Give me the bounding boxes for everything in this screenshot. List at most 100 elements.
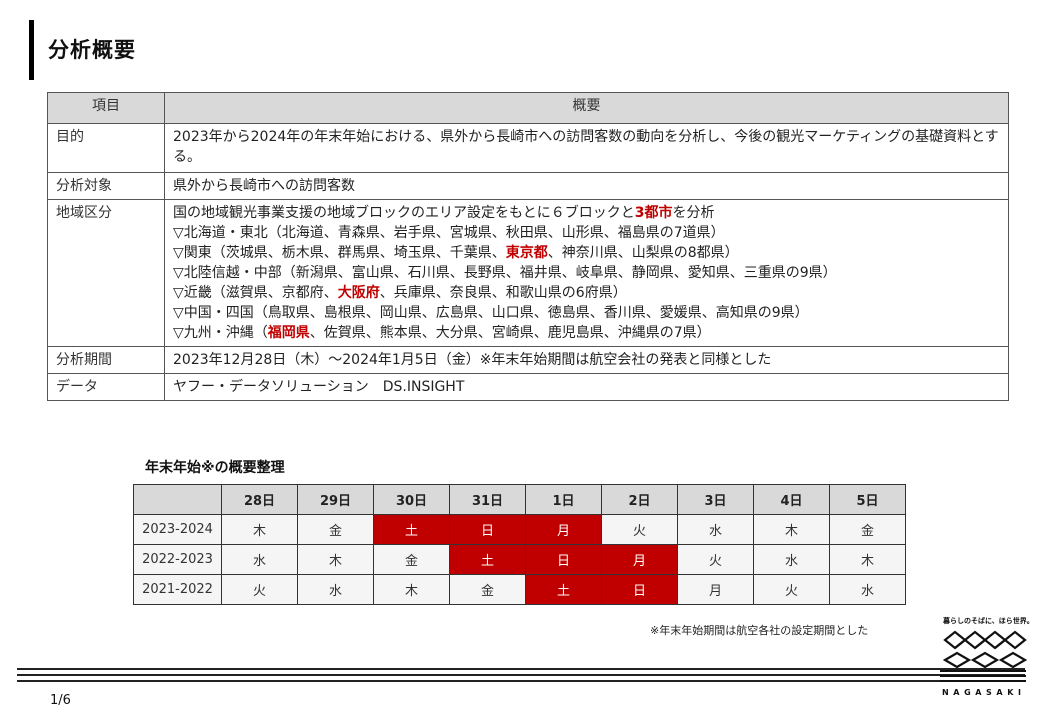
calendar-weekday-cell: 月: [677, 574, 754, 605]
calendar-weekday-cell: 金: [829, 514, 906, 545]
calendar-day-header: 4日: [753, 484, 830, 515]
calendar-day-header: 1日: [525, 484, 602, 515]
summary-header-row: 項目 概要: [47, 92, 1009, 124]
row-label: データ: [47, 373, 165, 401]
calendar-holiday-cell: 日: [525, 544, 602, 575]
title-accent-bar: [29, 20, 34, 80]
calendar-holiday-cell: 土: [373, 514, 450, 545]
calendar-holiday-cell: 月: [601, 544, 678, 575]
region-line: ▽北海道・東北（北海道、青森県、岩手県、宮城県、秋田県、山形県、福島県の7道県）: [173, 223, 1000, 243]
region-text: ▽九州・沖縄（: [173, 325, 268, 341]
region-intro-text: 国の地域観光事業支援の地域ブロックのエリア設定をもとに６ブロックと: [173, 205, 635, 221]
row-content: 2023年から2024年の年末年始における、県外から長崎市への訪問客数の動向を分…: [164, 123, 1009, 173]
calendar-weekday-cell: 火: [221, 574, 298, 605]
logo-diamond-pattern-icon: [943, 630, 1027, 668]
region-text: ▽近畿（滋賀県、京都府、: [173, 285, 338, 301]
table-row: 目的 2023年から2024年の年末年始における、県外から長崎市への訪問客数の動…: [47, 123, 1009, 173]
calendar-day-header: 31日: [449, 484, 526, 515]
region-line: ▽近畿（滋賀県、京都府、大阪府、兵庫県、奈良県、和歌山県の6府県）: [173, 283, 1000, 303]
row-label: 分析対象: [47, 172, 165, 200]
calendar-day-header: 3日: [677, 484, 754, 515]
row-content: 2023年12月28日（木）～2024年1月5日（金）※年末年始期間は航空会社の…: [164, 346, 1009, 374]
region-text: 、兵庫県、奈良県、和歌山県の6府県）: [379, 285, 627, 301]
footer-rule: [17, 674, 1025, 676]
calendar-row: 2021-2022 火水木金土日月火水: [133, 574, 906, 605]
region-line: ▽関東（茨城県、栃木県、群馬県、埼玉県、千葉県、東京都、神奈川県、山梨県の8都県…: [173, 243, 1000, 263]
region-line: ▽北陸信越・中部（新潟県、富山県、石川県、長野県、福井県、岐阜県、静岡県、愛知県…: [173, 263, 1000, 283]
page-number: 1/6: [50, 693, 71, 708]
calendar-weekday-cell: 木: [373, 574, 450, 605]
calendar-holiday-cell: 土: [449, 544, 526, 575]
calendar-day-header: 28日: [221, 484, 298, 515]
calendar-weekday-cell: 水: [677, 514, 754, 545]
table-row: 分析対象 県外から長崎市への訪問客数: [47, 172, 1009, 200]
calendar-holiday-cell: 日: [601, 574, 678, 605]
calendar-header-row: 28日 29日 30日 31日 1日 2日 3日 4日 5日: [133, 484, 906, 515]
region-intro: 国の地域観光事業支援の地域ブロックのエリア設定をもとに６ブロックと3都市を分析: [173, 203, 1000, 223]
row-content: 県外から長崎市への訪問客数: [164, 172, 1009, 200]
calendar-weekday-cell: 水: [829, 574, 906, 605]
row-content: ヤフー・データソリューション DS.INSIGHT: [164, 373, 1009, 401]
calendar-year-label: 2021-2022: [133, 574, 222, 605]
calendar-row: 2023-2024 木金土日月火水木金: [133, 514, 906, 545]
holiday-calendar-table: 28日 29日 30日 31日 1日 2日 3日 4日 5日 2023-2024 木金土日月火水木…: [133, 484, 906, 605]
row-label: 分析期間: [47, 346, 165, 374]
region-text: ▽中国・四国（鳥取県、島根県、岡山県、広島県、山口県、徳島県、香川県、愛媛県、高…: [173, 305, 809, 321]
calendar-day-header: 29日: [297, 484, 374, 515]
calendar-year-label: 2023-2024: [133, 514, 222, 545]
logo-line: [940, 675, 1026, 677]
footer-rule: [17, 680, 1025, 682]
calendar-title: 年末年始※の概要整理: [145, 460, 285, 476]
region-line: ▽九州・沖縄（福岡県、佐賀県、熊本県、大分県、宮崎県、鹿児島県、沖縄県の7県）: [173, 323, 1000, 343]
region-text: ▽北海道・東北（北海道、青森県、岩手県、宮城県、秋田県、山形県、福島県の7道県）: [173, 225, 725, 241]
calendar-weekday-cell: 木: [221, 514, 298, 545]
logo-line: [940, 680, 1026, 682]
row-label: 目的: [47, 123, 165, 173]
table-row: データ ヤフー・データソリューション DS.INSIGHT: [47, 373, 1009, 401]
calendar-weekday-cell: 木: [297, 544, 374, 575]
region-content: 国の地域観光事業支援の地域ブロックのエリア設定をもとに６ブロックと3都市を分析 …: [164, 199, 1009, 347]
calendar-weekday-cell: 金: [373, 544, 450, 575]
calendar-day-header: 2日: [601, 484, 678, 515]
region-intro-highlight: 3都市: [634, 205, 673, 221]
table-row: 分析期間 2023年12月28日（木）～2024年1月5日（金）※年末年始期間は…: [47, 346, 1009, 374]
region-line: ▽中国・四国（鳥取県、島根県、岡山県、広島県、山口県、徳島県、香川県、愛媛県、高…: [173, 303, 1000, 323]
calendar-footnote: ※年末年始期間は航空各社の設定期間とした: [650, 624, 869, 637]
calendar-day-header: 5日: [829, 484, 906, 515]
calendar-holiday-cell: 土: [525, 574, 602, 605]
logo-name: NAGASAKI: [942, 688, 1026, 697]
calendar-holiday-cell: 月: [525, 514, 602, 545]
region-intro-suffix: を分析: [672, 205, 715, 221]
logo-tagline: 暮らしのそばに、ほら世界。: [943, 617, 1034, 625]
calendar-weekday-cell: 金: [297, 514, 374, 545]
calendar-weekday-cell: 火: [601, 514, 678, 545]
calendar-weekday-cell: 火: [677, 544, 754, 575]
table-row: 地域区分 国の地域観光事業支援の地域ブロックのエリア設定をもとに６ブロックと3都…: [47, 199, 1009, 347]
logo-line: [940, 670, 1026, 672]
region-text: ▽北陸信越・中部（新潟県、富山県、石川県、長野県、福井県、岐阜県、静岡県、愛知県…: [173, 265, 837, 281]
region-text: 、佐賀県、熊本県、大分県、宮崎県、鹿児島県、沖縄県の7県）: [309, 325, 711, 341]
calendar-weekday-cell: 火: [753, 574, 830, 605]
header-overview: 概要: [164, 92, 1009, 124]
header-item: 項目: [47, 92, 165, 124]
calendar-weekday-cell: 水: [753, 544, 830, 575]
calendar-weekday-cell: 木: [753, 514, 830, 545]
page-title: 分析概要: [48, 38, 136, 62]
calendar-corner-cell: [133, 484, 222, 515]
region-highlight: 大阪府: [337, 285, 380, 301]
nagasaki-logo: 暮らしのそばに、ほら世界。 NAGASAKI: [940, 614, 1034, 704]
summary-table: 項目 概要 目的 2023年から2024年の年末年始における、県外から長崎市への…: [47, 92, 1009, 401]
calendar-weekday-cell: 木: [829, 544, 906, 575]
calendar-year-label: 2022-2023: [133, 544, 222, 575]
calendar-weekday-cell: 金: [449, 574, 526, 605]
calendar-row: 2022-2023 水木金土日月火水木: [133, 544, 906, 575]
calendar-weekday-cell: 水: [221, 544, 298, 575]
calendar-holiday-cell: 日: [449, 514, 526, 545]
region-text: 、神奈川県、山梨県の8都県）: [547, 245, 739, 261]
region-text: ▽関東（茨城県、栃木県、群馬県、埼玉県、千葉県、: [173, 245, 506, 261]
calendar-weekday-cell: 水: [297, 574, 374, 605]
footer-rule: [17, 668, 1025, 670]
row-label: 地域区分: [47, 199, 165, 347]
region-highlight: 福岡県: [267, 325, 310, 341]
calendar-day-header: 30日: [373, 484, 450, 515]
